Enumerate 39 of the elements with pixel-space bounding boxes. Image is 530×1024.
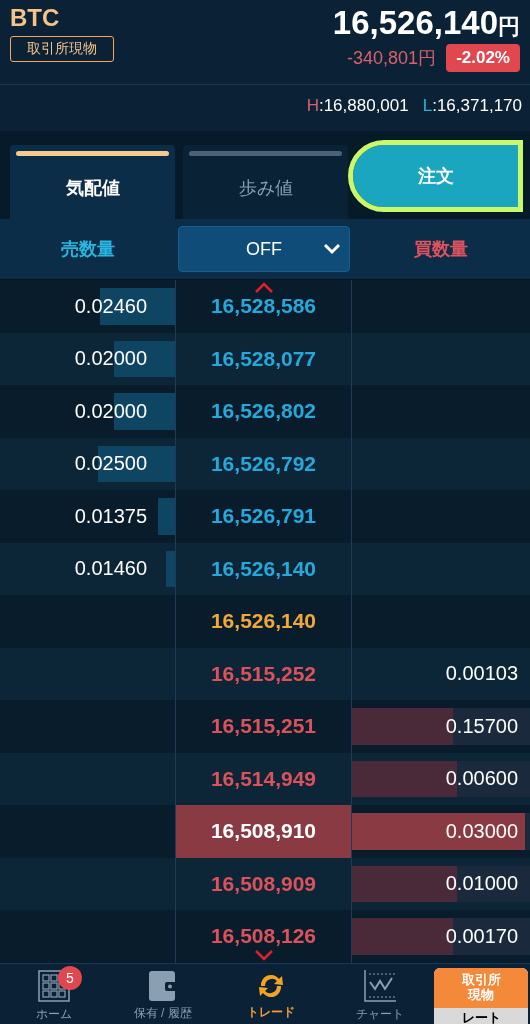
- buy-quantity: 0.00600: [445, 767, 518, 791]
- buy-quantity: 0.00170: [445, 924, 518, 948]
- buy-quantity: 0.03000: [445, 819, 518, 843]
- order-price[interactable]: 16,508,910: [176, 805, 352, 858]
- buy-quantity: 0.15700: [445, 714, 518, 738]
- rate-button[interactable]: 取引所現物 レート: [434, 967, 528, 1024]
- order-price[interactable]: 16,526,791: [176, 490, 352, 543]
- caret-down-icon[interactable]: [253, 948, 274, 961]
- nav-item[interactable]: 保有 / 履歴: [108, 963, 217, 1024]
- buy-quantity: 0.01000: [445, 872, 518, 896]
- sell-quantity: 0.01460: [74, 557, 147, 581]
- sell-quantity-header: 売数量: [60, 238, 116, 261]
- sell-quantity: 0.02460: [74, 294, 147, 318]
- caret-up-icon[interactable]: [253, 282, 274, 294]
- buy-quantity: 0.00103: [445, 662, 518, 686]
- chart-icon: [363, 970, 396, 1002]
- order-price[interactable]: 16,528,586: [176, 280, 352, 333]
- price-change: -340,801円: [347, 47, 437, 70]
- nav-item[interactable]: トレード: [217, 963, 326, 1024]
- high-price: H:16,880,001: [306, 96, 409, 117]
- chevron-down-icon: [323, 243, 341, 255]
- sell-quantity: 0.02000: [74, 399, 147, 423]
- low-price: L:16,371,170: [422, 96, 522, 117]
- market-badge: 取引所現物: [10, 36, 114, 62]
- notification-badge: 5: [58, 965, 82, 990]
- buy-quantity-header: 買数量: [413, 238, 469, 261]
- filter-dropdown[interactable]: OFF: [178, 226, 350, 272]
- symbol: BTC: [10, 4, 61, 32]
- sell-quantity: 0.01375: [74, 504, 147, 528]
- current-price: 16,526,140円: [332, 4, 520, 42]
- wallet-icon: [148, 971, 177, 1001]
- order-price[interactable]: 16,526,802: [176, 385, 352, 438]
- nav-item[interactable]: チャート: [325, 963, 434, 1024]
- nav-item[interactable]: ホーム 5: [0, 963, 109, 1024]
- tab[interactable]: 気配値: [10, 145, 175, 219]
- tab[interactable]: 歩み値: [183, 145, 348, 219]
- change-percent-badge: -2.02%: [446, 44, 520, 72]
- sell-quantity: 0.02500: [74, 452, 147, 476]
- sell-quantity: 0.02000: [74, 347, 147, 371]
